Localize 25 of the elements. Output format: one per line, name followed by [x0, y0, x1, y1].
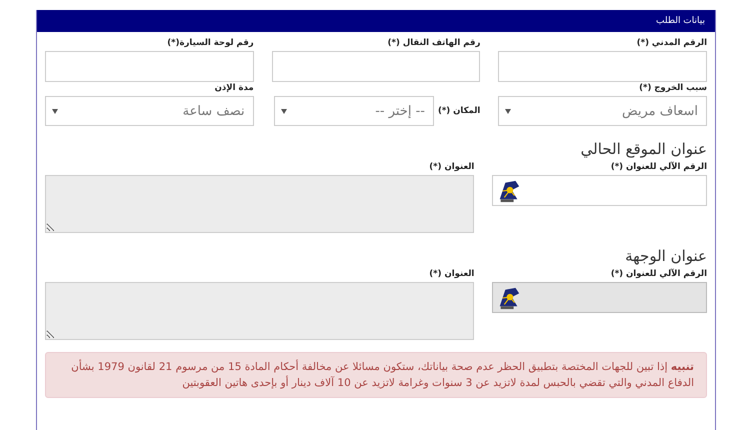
emblem-icon [497, 286, 522, 310]
select-field[interactable]: -- إختر -- [274, 96, 434, 126]
input-field[interactable] [492, 175, 707, 206]
select-field[interactable]: اسعاف مريض [498, 96, 707, 126]
address-textarea[interactable] [45, 282, 474, 340]
input-field[interactable] [45, 51, 254, 82]
field-label: مدة الإذن [214, 83, 254, 93]
field-label: رقم الهاتف النقال (*) [388, 38, 480, 48]
panel-title: بيانات الطلب [656, 16, 705, 26]
select-field[interactable]: نصف ساعة [45, 96, 254, 126]
field-label: الرقم المدني (*) [636, 38, 707, 48]
field-label: الرقم الآلي للعنوان (*) [610, 162, 707, 172]
field-label: سبب الخروج (*) [639, 83, 707, 93]
emblem-icon [497, 178, 522, 202]
field-label: رقم لوحة السيارة(*) [167, 38, 254, 48]
field-label: المكان (*) [438, 106, 480, 116]
field-label: الرقم الآلي للعنوان (*) [610, 269, 707, 279]
input-field[interactable] [498, 51, 707, 82]
warning-alert: تنبيه إذا تبين للجهات المختصة بتطبيق الحظر عدم صحة بياناتك، ستكون مسائلا عن مخالفة أحكام المادة 15 من مرسوم 21 لقانون 1979 بشأن الدفاع المدني والتي تقضي بالحبس لمدة لاتزيد عن 3 سنوات وغرامة لاتزيد عن 10 آلاف دينار أو بإحدى هاتين العقوبتين [45, 352, 707, 398]
field-label: العنوان (*) [429, 269, 474, 279]
input-field[interactable] [272, 51, 480, 82]
section-title: عنوان الوجهة [624, 247, 707, 265]
address-textarea[interactable] [45, 175, 474, 233]
field-label: العنوان (*) [429, 162, 474, 172]
section-title: عنوان الموقع الحالي [580, 140, 707, 158]
